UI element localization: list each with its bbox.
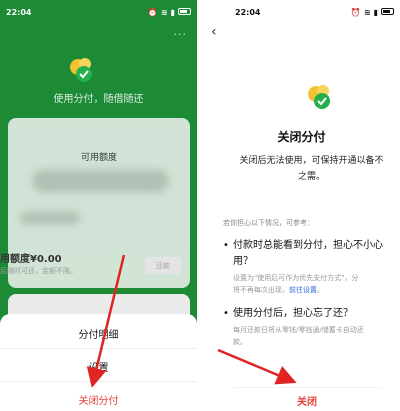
tips-title: 若你担心以下情况，可参考： [223, 219, 314, 227]
available-quota-label: 可用额度 [80, 153, 117, 163]
status-time: 22:04 [235, 8, 261, 17]
page-title: 关闭分付 [277, 130, 326, 144]
question-text: 用？ [233, 256, 253, 267]
blurred-amount [33, 170, 168, 192]
fenfu-logo-icon [308, 85, 330, 109]
battery-icon [178, 8, 191, 15]
blurred-subinfo [20, 212, 80, 224]
question-item: • 付款时总能看到分付，担心不小心 用？ [223, 238, 400, 270]
more-options-icon[interactable]: ··· [174, 28, 188, 41]
battery-icon [381, 8, 394, 15]
action-sheet: 分付明细 设置 关闭分付 [0, 314, 197, 411]
answer-line: 款。 [233, 338, 247, 346]
close-fenfu-button[interactable]: 关闭 [233, 388, 381, 411]
status-bar: 22:04 ⏰ ≋ ▮ [203, 0, 400, 24]
answer-line: 设置为"使用后可作为优先支付方式"，分 [233, 274, 359, 282]
question-text: 付款时总能看到分付，担心不小心 [233, 240, 383, 251]
status-icons: ⏰ ≋ ▮ [350, 8, 394, 17]
answer-line-prefix: 将不再每次出现， [233, 286, 289, 294]
bullet: • [223, 308, 229, 319]
bullet: • [223, 240, 229, 251]
alarm-icon: ⏰ [147, 8, 158, 17]
right-screen: 22:04 ⏰ ≋ ▮ ‹ 关闭分付 关闭后无法使用，可保持开通以备不 之需。 … [203, 0, 400, 411]
desc-line: 关闭后无法使用，可保持开通以备不 [239, 156, 384, 166]
slogan-text: 使用分付，随借随还 [53, 94, 144, 105]
answer-line: 每月还款日将从零钱/零钱通/储蓄卡自动还 [233, 326, 364, 334]
status-icons: ⏰ ≋ ▮ [147, 8, 191, 17]
question-item: • 使用分付后，担心忘了还？ [223, 306, 400, 322]
question-text: 使用分付后，担心忘了还？ [233, 308, 353, 319]
answer-line-suffix: 。 [317, 286, 324, 294]
sheet-divider [0, 381, 197, 382]
page-description: 关闭后无法使用，可保持开通以备不 之需。 [223, 153, 400, 185]
status-time: 22:04 [6, 8, 32, 17]
answer-line: 将不再每次出现，前往设置。 [233, 284, 358, 296]
wifi-icon: ≋ [363, 8, 371, 17]
back-button[interactable]: ‹ [211, 24, 227, 42]
menu-close-fenfu[interactable]: 关闭分付 [0, 392, 197, 407]
signal-icon: ▮ [373, 8, 378, 17]
status-bar: 22:04 ⏰ ≋ ▮ [0, 0, 197, 24]
left-screen: 22:04 ⏰ ≋ ▮ ··· 使用分付，随借随还 可用额度 用额度¥0.00 … [0, 0, 197, 411]
desc-line: 之需。 [297, 172, 325, 182]
wifi-icon: ≋ [160, 8, 168, 17]
fenfu-logo-icon [70, 58, 92, 82]
answer-text: 每月还款日将从零钱/零钱通/储蓄卡自动还 款。 [233, 324, 364, 348]
menu-details[interactable]: 分付明细 [0, 326, 197, 341]
alarm-icon: ⏰ [350, 8, 361, 17]
quota-amount: 用额度¥0.00 [0, 254, 62, 265]
answer-text: 设置为"使用后可作为优先支付方式"，分 将不再每次出现，前往设置。 [233, 272, 358, 296]
signal-icon: ▮ [170, 8, 175, 17]
menu-settings[interactable]: 设置 [0, 359, 197, 374]
quota-subtext: 后随时可还，金额不限。 [0, 267, 77, 275]
sheet-divider [0, 348, 197, 349]
repay-button[interactable]: 还款 [145, 257, 181, 274]
go-settings-link[interactable]: 前往设置 [289, 286, 317, 294]
